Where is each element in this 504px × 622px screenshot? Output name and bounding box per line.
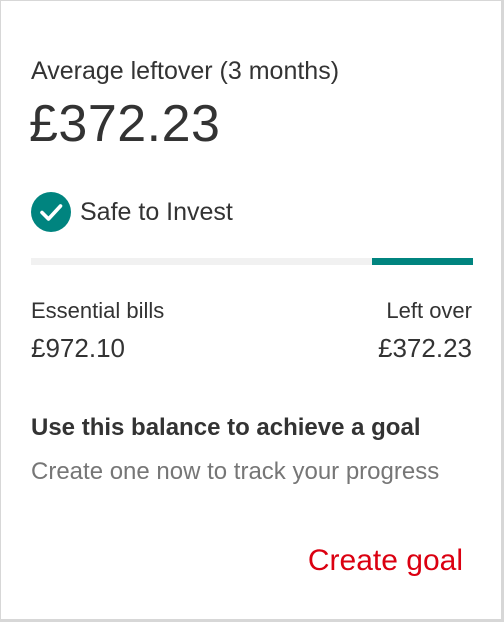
card-heading: Average leftover (3 months)	[31, 57, 340, 85]
leftover-card: Average leftover (3 months) £372.23 Safe…	[1, 1, 501, 619]
check-circle-icon	[31, 192, 71, 232]
leftover-progress-fill	[372, 258, 473, 265]
essential-bills-value: £972.10	[31, 333, 125, 363]
create-goal-button[interactable]: Create goal	[308, 542, 463, 580]
essential-bills-label: Essential bills	[31, 298, 165, 323]
left-over-label: Left over	[386, 298, 472, 323]
goal-title: Use this balance to achieve a goal	[31, 414, 421, 441]
leftover-progress-bar	[31, 258, 473, 265]
left-over-value: £372.23	[378, 333, 472, 363]
average-leftover-amount: £372.23	[29, 95, 221, 153]
invest-status: Safe to Invest	[31, 192, 233, 232]
goal-description: Create one now to track your progress	[31, 458, 440, 485]
status-label: Safe to Invest	[80, 198, 233, 226]
